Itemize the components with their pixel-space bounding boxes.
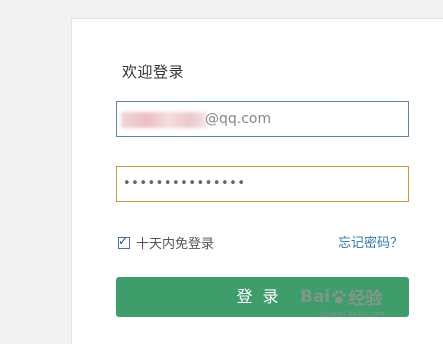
password-value: ••••••••••••••• xyxy=(123,176,246,191)
watermark-logo-right: 经验 xyxy=(348,289,383,309)
page-background: 欢迎登录 @qq.com ••••••••••••••• ✓ 十天内免登录 忘记… xyxy=(0,0,443,344)
password-field[interactable]: ••••••••••••••• xyxy=(116,166,409,202)
email-field[interactable]: @qq.com xyxy=(116,101,409,137)
login-title: 欢迎登录 xyxy=(122,63,185,81)
remember-label: 十天内免登录 xyxy=(136,237,215,252)
forgot-password-link[interactable]: 忘记密码？ xyxy=(338,232,403,251)
remember-checkbox[interactable]: ✓ xyxy=(118,234,130,249)
remember-me[interactable]: ✓ 十天内免登录 xyxy=(118,233,214,252)
watermark-url: jingyan.baidu.com xyxy=(320,310,385,318)
paw-icon xyxy=(332,289,347,303)
email-value: @qq.com xyxy=(205,111,272,127)
watermark-logo-left: Bai xyxy=(300,286,331,307)
redacted-email-prefix xyxy=(121,112,207,128)
login-card: 欢迎登录 @qq.com ••••••••••••••• ✓ 十天内免登录 忘记… xyxy=(71,18,443,344)
watermark-logo: Bai 经验 xyxy=(300,284,385,310)
baidu-jingyan-watermark: Bai 经验 jingyan.baidu.com xyxy=(300,284,385,319)
check-icon: ✓ xyxy=(118,233,129,248)
